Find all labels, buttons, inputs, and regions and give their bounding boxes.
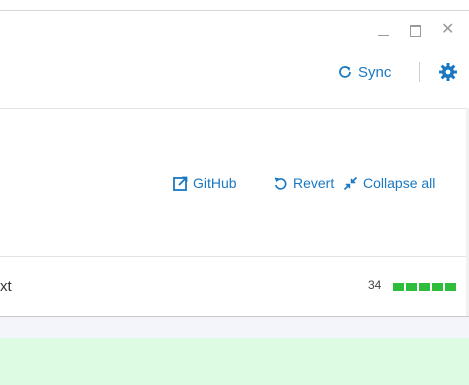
collapse-all-button[interactable]: Collapse all — [343, 172, 435, 194]
toolbar-separator — [419, 62, 420, 82]
diffstat-block — [419, 283, 430, 291]
file-header-row[interactable]: xt 34 — [0, 258, 469, 315]
revert-button[interactable]: Revert — [273, 172, 334, 194]
gear-icon — [439, 63, 457, 81]
maximize-button[interactable] — [405, 22, 427, 40]
window-top-border — [0, 10, 469, 11]
added-lines-region — [0, 338, 469, 385]
settings-button[interactable] — [437, 61, 459, 83]
diffstat-bar — [393, 283, 456, 291]
github-label: GitHub — [193, 175, 237, 191]
diffstat-block — [406, 283, 417, 291]
revert-icon — [274, 177, 287, 190]
close-button[interactable]: ✕ — [439, 19, 461, 40]
external-link-icon — [173, 176, 188, 191]
additions-count: 34 — [368, 278, 382, 292]
sync-icon — [339, 66, 351, 78]
revert-label: Revert — [293, 175, 335, 191]
minimize-icon — [378, 35, 389, 36]
sync-label: Sync — [358, 63, 392, 81]
sync-button[interactable]: Sync — [337, 59, 407, 85]
header-divider — [0, 108, 469, 109]
collapse-icon — [343, 176, 358, 190]
toolbar-divider — [0, 256, 469, 257]
diffstat-block — [432, 283, 443, 291]
hunk-header — [0, 317, 469, 338]
collapse-all-label: Collapse all — [363, 175, 436, 191]
minimize-button[interactable] — [373, 22, 395, 40]
close-icon: ✕ — [441, 19, 455, 38]
diffstat-block — [393, 283, 404, 291]
diffstat-block — [445, 283, 456, 291]
file-name: xt — [0, 278, 12, 295]
maximize-icon — [410, 25, 421, 37]
github-button[interactable]: GitHub — [173, 172, 237, 194]
